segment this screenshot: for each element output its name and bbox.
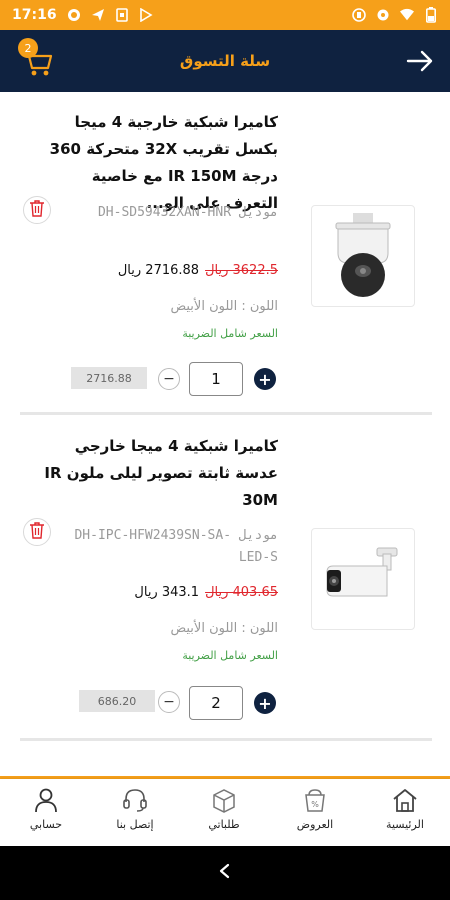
plus-icon: +: [258, 693, 272, 713]
tax-note: السعر شامل الضريبة: [182, 649, 278, 662]
sim-icon: [115, 8, 129, 22]
delete-button[interactable]: [23, 518, 51, 546]
system-back-icon[interactable]: [218, 863, 232, 883]
product-image[interactable]: [311, 205, 415, 307]
cart-item: كاميرا شبكية خارجية 4 ميجا بكسل تقريب 32…: [0, 92, 450, 422]
nav-label: حسابي: [29, 818, 63, 831]
nav-offers[interactable]: % العروض: [275, 787, 355, 831]
home-icon: [392, 787, 418, 813]
ptz-dome-camera-image: [335, 213, 391, 297]
divider: [20, 412, 432, 415]
back-button[interactable]: [406, 48, 434, 74]
settings-icon: [376, 8, 390, 22]
item-color: اللون : اللون الأبيض: [170, 621, 278, 636]
old-price: 3622.5 ريال: [205, 263, 278, 278]
tax-note: السعر شامل الضريبة: [182, 327, 278, 340]
delete-button[interactable]: [23, 196, 51, 224]
old-price: 403.65 ريال: [205, 585, 278, 600]
divider: [20, 738, 432, 741]
account-icon: [33, 787, 59, 813]
notification-icon: [67, 8, 81, 22]
cart-item: كاميرا شبكية 4 ميجا خارجي عدسة ثابتة تصو…: [0, 422, 450, 752]
wifi-icon: [400, 8, 414, 22]
battery-icon: [424, 7, 438, 23]
minus-icon: −: [163, 371, 175, 387]
bottom-nav: حسابي إتصل بنا طلباتي % العروض الرئيسية: [0, 779, 450, 846]
system-nav-bar: [0, 846, 450, 900]
app-header: 2 سلة التسوق: [0, 30, 450, 92]
minus-icon: −: [163, 694, 175, 710]
nav-label: إتصل بنا: [116, 818, 154, 831]
item-model: موديل DH-SD59432XAN-HNR: [97, 205, 278, 220]
quantity-field[interactable]: 1: [189, 362, 243, 396]
line-total: 686.20: [79, 690, 155, 712]
status-bar: 17:16: [0, 0, 450, 30]
plus-icon: +: [258, 369, 272, 389]
quantity-field[interactable]: 2: [189, 686, 243, 720]
trash-icon: [29, 521, 45, 543]
price-line: 3622.5 ريال 2716.88 ريال: [118, 263, 278, 278]
increase-quantity-button[interactable]: +: [254, 368, 276, 390]
bullet-camera-image: [326, 547, 398, 597]
increase-quantity-button[interactable]: +: [254, 692, 276, 714]
item-title[interactable]: كاميرا شبكية خارجية 4 ميجا بكسل تقريب 32…: [38, 109, 278, 217]
product-image[interactable]: [311, 528, 415, 630]
item-color: اللون : اللون الأبيض: [170, 299, 278, 314]
decrease-quantity-button[interactable]: −: [158, 368, 180, 390]
navigation-icon: [91, 8, 105, 22]
nav-label: الرئيسية: [386, 818, 424, 831]
nav-label: طلباتي: [208, 818, 240, 831]
nav-orders[interactable]: طلباتي: [184, 787, 264, 831]
item-title[interactable]: كاميرا شبكية 4 ميجا خارجي عدسة ثابتة تصو…: [38, 433, 278, 514]
support-icon: [122, 787, 148, 813]
play-store-icon: [139, 8, 153, 22]
trash-icon: [29, 199, 45, 221]
decrease-quantity-button[interactable]: −: [158, 691, 180, 713]
price-line: 403.65 ريال 343.1 ريال: [134, 585, 278, 600]
offers-icon: %: [302, 787, 328, 813]
vpn-icon: [352, 8, 366, 22]
arrow-right-icon: [406, 50, 434, 78]
svg-text:%: %: [311, 800, 319, 809]
nav-home[interactable]: الرئيسية: [365, 787, 445, 831]
orders-icon: [211, 787, 237, 813]
page-title: سلة التسوق: [179, 52, 271, 70]
status-time: 17:16: [12, 7, 57, 23]
line-total: 2716.88: [71, 367, 147, 389]
nav-contact[interactable]: إتصل بنا: [95, 787, 175, 831]
nav-account[interactable]: حسابي: [6, 787, 86, 831]
nav-label: العروض: [296, 818, 334, 831]
new-price: 343.1 ريال: [134, 585, 200, 600]
item-model: موديل DH-IPC-HFW2439SN-SA-LED-S: [74, 528, 278, 565]
new-price: 2716.88 ريال: [117, 263, 200, 278]
